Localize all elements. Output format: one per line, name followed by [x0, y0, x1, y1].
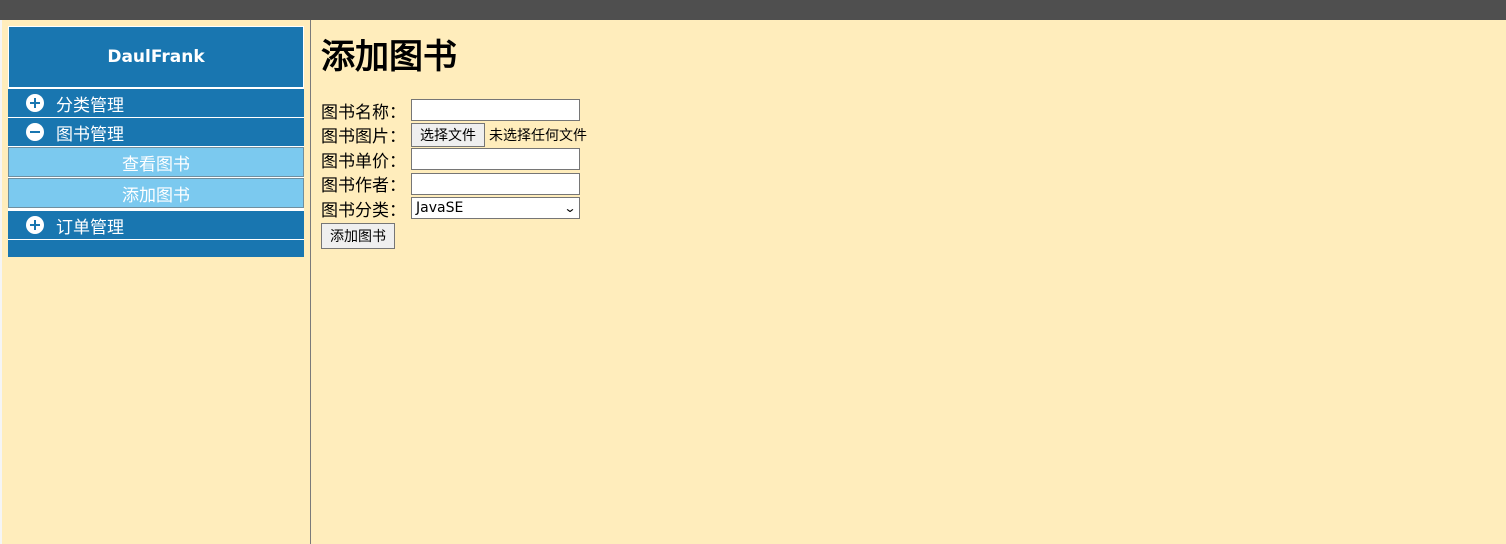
- form-row-name: 图书名称：: [321, 98, 1501, 123]
- plus-circle-icon: [26, 94, 44, 112]
- submenu-add-book[interactable]: 添加图书: [8, 178, 304, 208]
- frame-divider: [310, 20, 311, 544]
- book-name-input[interactable]: [411, 99, 580, 122]
- minus-circle-icon: [26, 123, 44, 141]
- submenu-view-books[interactable]: 查看图书: [8, 147, 304, 177]
- choose-file-button[interactable]: 选择文件: [411, 122, 485, 147]
- sidebar-menu: DaulFrank 分类管理 图书管理 查看图书 添加图书 订单管理: [8, 26, 304, 257]
- sidebar-brand: DaulFrank: [8, 26, 304, 88]
- file-status-text: 未选择任何文件: [489, 127, 587, 144]
- form-row-author: 图书作者：: [321, 172, 1501, 197]
- menu-group-books[interactable]: 图书管理: [8, 117, 304, 146]
- menu-group-label: 分类管理: [56, 95, 124, 116]
- category-select[interactable]: JavaSE ⌄: [411, 197, 580, 220]
- form-row-category: 图书分类： JavaSE ⌄: [321, 196, 1501, 221]
- add-book-form: 图书名称： 图书图片： 选择文件 未选择任何文件 图书单价： 图书作者： 图书分…: [321, 98, 1501, 249]
- image-label: 图书图片：: [321, 127, 406, 148]
- sidebar-footer: [8, 239, 304, 257]
- book-price-input[interactable]: [411, 148, 580, 171]
- category-label: 图书分类：: [321, 200, 406, 221]
- name-label: 图书名称：: [321, 102, 406, 123]
- price-label: 图书单价：: [321, 151, 406, 172]
- menu-group-label: 图书管理: [56, 124, 124, 145]
- book-author-input[interactable]: [411, 172, 580, 195]
- author-label: 图书作者：: [321, 176, 406, 197]
- menu-group-orders[interactable]: 订单管理: [8, 210, 304, 239]
- menu-group-label: 订单管理: [56, 217, 124, 238]
- window-topbar: [0, 0, 1506, 20]
- left-navigation-frame: DaulFrank 分类管理 图书管理 查看图书 添加图书 订单管理: [0, 20, 310, 544]
- add-book-submit-button[interactable]: 添加图书: [321, 222, 395, 249]
- submenu-label: 查看图书: [122, 154, 190, 175]
- brand-name: DaulFrank: [107, 47, 205, 67]
- menu-group-category[interactable]: 分类管理: [8, 88, 304, 117]
- form-row-image: 图书图片： 选择文件 未选择任何文件: [321, 122, 1501, 148]
- chevron-down-icon: ⌄: [563, 201, 577, 216]
- main-content: 添加图书 图书名称： 图书图片： 选择文件 未选择任何文件 图书单价： 图书作者…: [321, 20, 1501, 544]
- form-row-price: 图书单价：: [321, 147, 1501, 172]
- submenu-label: 添加图书: [122, 185, 190, 206]
- page-title: 添加图书: [321, 37, 457, 77]
- plus-circle-icon: [26, 216, 44, 234]
- category-selected-value: JavaSE: [416, 200, 464, 217]
